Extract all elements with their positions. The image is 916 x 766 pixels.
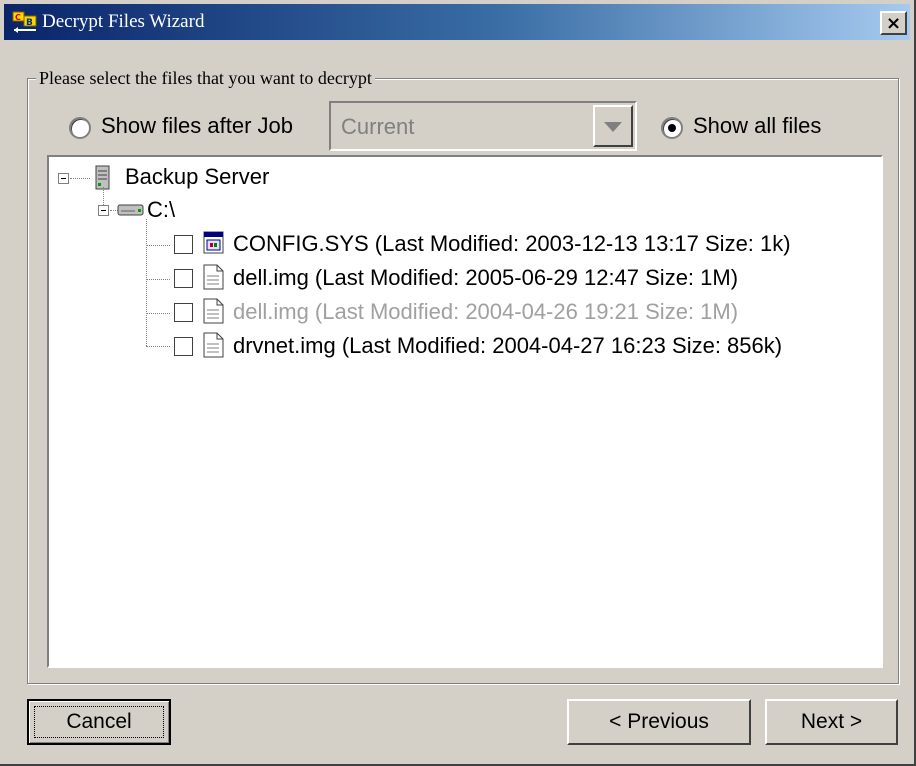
drive-collapse-toggle[interactable]	[98, 205, 109, 216]
group-legend: Please select the files that you want to…	[36, 68, 375, 89]
tree-connector	[146, 313, 170, 314]
tree-connector	[103, 187, 104, 205]
file-checkbox[interactable]	[174, 303, 193, 322]
close-icon: ×	[885, 12, 902, 34]
tree-connector	[70, 178, 90, 179]
document-icon	[203, 264, 224, 290]
close-button[interactable]: ×	[880, 11, 907, 35]
show-all-files-radio[interactable]	[661, 117, 683, 139]
window-title: Decrypt Files Wizard	[42, 11, 205, 32]
radio-selected-dot	[668, 124, 676, 132]
file-tree[interactable]: Backup Server C:\ CONFIG.SYS (Last Modif…	[47, 155, 883, 668]
document-icon	[203, 298, 224, 324]
svg-text:B: B	[26, 18, 33, 28]
title-bar[interactable]: C B Decrypt Files Wizard ×	[4, 4, 910, 40]
system-file-icon	[203, 231, 224, 254]
svg-text:C: C	[15, 13, 21, 22]
cancel-button[interactable]: Cancel	[27, 699, 171, 745]
tree-connector	[146, 279, 170, 280]
file-label[interactable]: drvnet.img (Last Modified: 2004-04-27 16…	[233, 333, 782, 359]
file-label[interactable]: dell.img (Last Modified: 2005-06-29 12:4…	[233, 265, 738, 291]
job-select-value: Current	[341, 114, 415, 139]
previous-button-label: < Previous	[609, 710, 709, 733]
previous-button[interactable]: < Previous	[567, 699, 751, 745]
tree-connector	[146, 346, 170, 347]
next-button-label: Next >	[800, 710, 863, 733]
tree-root-label[interactable]: Backup Server	[125, 164, 269, 190]
tree-connector	[146, 219, 147, 346]
file-checkbox[interactable]	[174, 337, 193, 356]
tree-connector	[146, 245, 170, 246]
show-after-job-label[interactable]: Show files after Job	[101, 113, 293, 139]
app-icon: C B	[12, 10, 38, 34]
tree-drive-label[interactable]: C:\	[147, 197, 175, 223]
decrypt-files-wizard-window: C B Decrypt Files Wizard × Please select…	[0, 0, 916, 766]
show-after-job-radio[interactable]	[69, 117, 91, 139]
job-select[interactable]: Current	[329, 101, 637, 151]
focus-rectangle	[34, 706, 164, 738]
next-button[interactable]: Next >	[765, 699, 898, 745]
file-label[interactable]: CONFIG.SYS (Last Modified: 2003-12-13 13…	[233, 231, 791, 257]
file-checkbox[interactable]	[174, 235, 193, 254]
root-collapse-toggle[interactable]	[58, 173, 69, 184]
file-label[interactable]: dell.img (Last Modified: 2004-04-26 19:2…	[233, 299, 738, 325]
chevron-down-icon	[604, 122, 622, 132]
show-all-files-label[interactable]: Show all files	[693, 113, 821, 139]
hard-drive-icon	[117, 204, 144, 216]
file-checkbox[interactable]	[174, 269, 193, 288]
document-icon	[203, 332, 224, 358]
job-select-dropdown-button[interactable]	[593, 105, 633, 147]
